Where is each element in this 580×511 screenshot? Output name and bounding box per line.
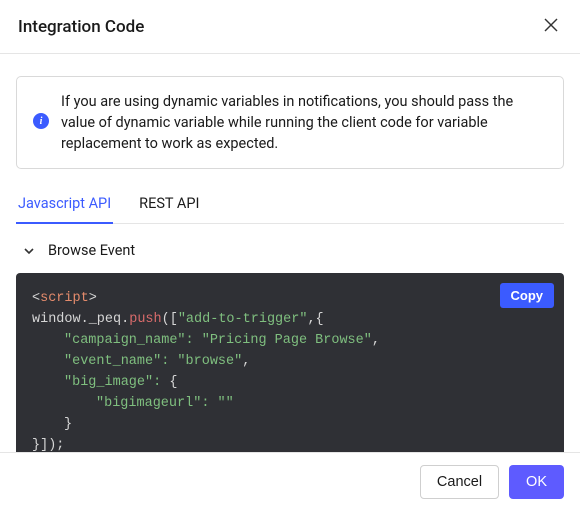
code-line: "event_name": "browse", [32,352,548,373]
code-line: "campaign_name": "Pricing Page Browse", [32,331,548,352]
code-line: "big_image": { [32,373,548,394]
close-icon [542,16,560,37]
code-line: } [32,415,548,436]
copy-button[interactable]: Copy [500,283,555,308]
tabs: Javascript API REST API [16,187,564,224]
section-title: Browse Event [48,242,135,259]
modal-footer: Cancel OK [0,452,580,511]
modal-content: i If you are using dynamic variables in … [0,54,580,472]
close-button[interactable] [540,14,562,39]
code-line: window._peq.push(["add-to-trigger",{ [32,310,548,331]
section-header-browse-event[interactable]: Browse Event [16,224,564,273]
code-block: Copy <script> window._peq.push(["add-to-… [16,273,564,472]
chevron-down-icon [22,244,36,258]
info-text: If you are using dynamic variables in no… [61,91,547,154]
modal-header: Integration Code [0,0,580,54]
modal-title: Integration Code [18,17,144,37]
info-icon: i [33,113,49,129]
info-banner: i If you are using dynamic variables in … [16,76,564,169]
ok-button[interactable]: OK [509,465,564,499]
tab-javascript-api[interactable]: Javascript API [16,187,113,224]
code-line: "bigimageurl": "" [32,394,548,415]
tab-rest-api[interactable]: REST API [137,187,201,224]
code-line: <script> [32,289,548,310]
cancel-button[interactable]: Cancel [420,465,499,499]
